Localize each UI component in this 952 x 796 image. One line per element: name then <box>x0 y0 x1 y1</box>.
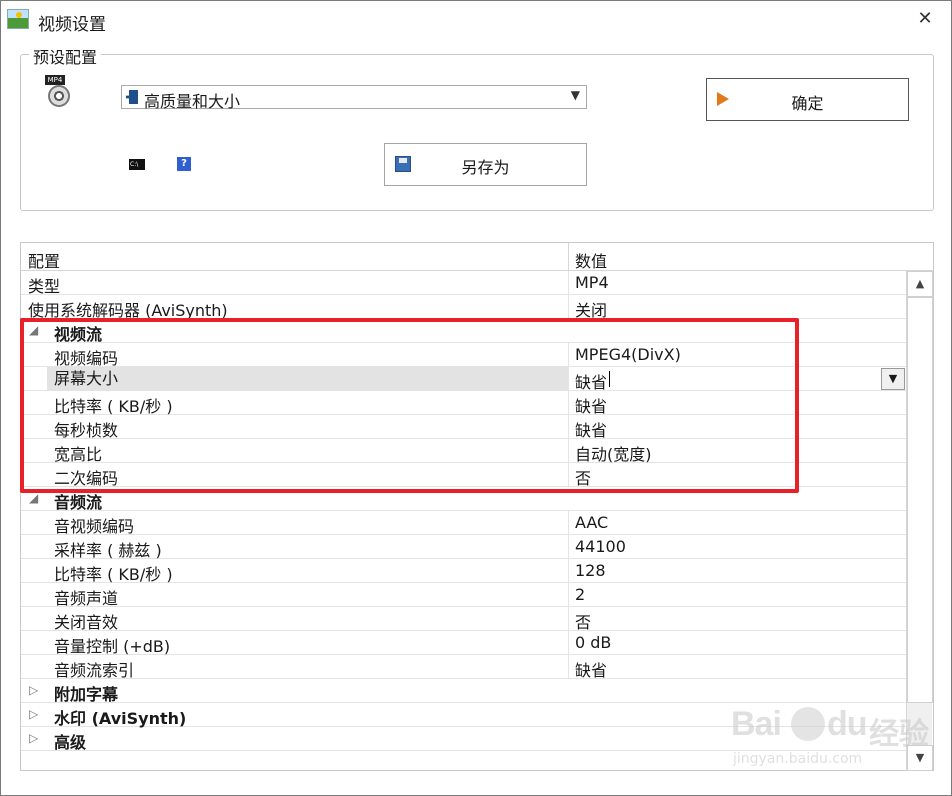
mp4-format-icon: MP4 <box>45 75 73 109</box>
mp4-badge: MP4 <box>45 75 65 85</box>
grid-row[interactable]: 使用系统解码器 (AviSynth) 关闭 <box>21 295 906 320</box>
row-column-separator <box>568 511 569 535</box>
preset-group-label: 预设配置 <box>29 44 102 68</box>
grid-row-name: 比特率 ( KB/秒 ) <box>54 565 173 584</box>
grid-row-value[interactable]: MP4 <box>575 273 609 292</box>
save-as-button-label: 另存为 <box>461 158 510 177</box>
value-dropdown-chevron-icon[interactable]: ▼ <box>881 368 905 390</box>
watermark-brand-suffix: du <box>827 705 868 743</box>
grid-row[interactable]: 关闭音效 否 <box>21 607 906 633</box>
grid-row-name: 采样率 ( 赫兹 ) <box>54 541 162 560</box>
film-reel-icon <box>48 85 70 107</box>
grid-row-value[interactable]: 缺省 <box>575 657 607 681</box>
row-column-separator <box>568 559 569 583</box>
row-column-separator <box>568 631 569 655</box>
grid-row-value[interactable]: 44100 <box>575 537 626 556</box>
watermark-cn: 经验 <box>869 717 929 752</box>
grid-row-name: 类型 <box>28 277 61 296</box>
profile-selected-value: 高质量和大小 <box>144 92 241 111</box>
ok-button[interactable]: 确定 <box>706 78 909 121</box>
row-column-separator <box>568 607 569 631</box>
chevron-down-icon[interactable]: ▼ <box>571 88 580 102</box>
video-settings-window: 视频设置 ✕ 预设配置 MP4 高质量和大小 ▼ 确定 C:\ ? 另存为 配置… <box>0 0 952 796</box>
title-bar: 视频设置 ✕ <box>1 1 951 39</box>
row-column-separator <box>568 655 569 679</box>
grid-row[interactable]: 音量控制 (+dB) 0 dB <box>21 631 906 656</box>
grid-group-row[interactable]: ▷ 附加字幕 <box>21 679 906 704</box>
grid-row-value[interactable]: AAC <box>575 513 608 532</box>
grid-row-value[interactable]: 否 <box>575 609 591 633</box>
row-column-separator <box>568 271 569 295</box>
ok-button-label: 确定 <box>791 94 824 113</box>
grid-row[interactable]: 音视频编码 AAC <box>21 511 906 536</box>
row-column-separator <box>568 295 569 319</box>
grid-row-name: 水印 (AviSynth) <box>54 709 187 728</box>
grid-row[interactable]: 音频流索引 缺省 <box>21 655 906 681</box>
grid-row[interactable]: 比特率 ( KB/秒 ) 128 <box>21 559 906 584</box>
row-column-separator <box>568 535 569 559</box>
watermark-brand: Bai <box>731 705 782 743</box>
grid-row-name: 高级 <box>54 733 87 752</box>
scroll-thumb[interactable] <box>907 297 933 703</box>
profile-dropdown[interactable]: 高质量和大小 ▼ <box>121 85 587 111</box>
grid-row[interactable]: 采样率 ( 赫兹 ) 44100 <box>21 535 906 560</box>
collapse-triangle-icon[interactable]: ◢ <box>29 491 38 505</box>
scroll-up-icon[interactable]: ▲ <box>907 271 933 297</box>
close-icon[interactable]: ✕ <box>913 7 937 31</box>
column-separator[interactable] <box>568 243 569 271</box>
window-title: 视频设置 <box>38 15 106 35</box>
film-icon <box>126 90 138 104</box>
grid-row[interactable]: 类型 MP4 <box>21 271 906 296</box>
column-header-name[interactable]: 配置 <box>28 248 60 272</box>
expand-triangle-icon[interactable]: ▷ <box>29 731 38 745</box>
highlight-annotation-box <box>20 318 799 493</box>
help-icon[interactable]: ? <box>177 157 191 171</box>
grid-row-value[interactable]: 0 dB <box>575 633 611 652</box>
grid-row-name: 关闭音效 <box>54 613 119 632</box>
baidu-jingyan-watermark: Bai du 经验 jingyan.baidu.com <box>729 701 949 781</box>
row-column-separator <box>568 583 569 607</box>
grid-row-name: 音频声道 <box>54 589 119 608</box>
grid-row-name: 音量控制 (+dB) <box>54 637 171 656</box>
app-picture-icon <box>7 9 29 29</box>
column-header-value[interactable]: 数值 <box>575 248 607 272</box>
vertical-scrollbar[interactable]: ▲ ▼ <box>906 271 933 771</box>
grid-row-value[interactable]: 128 <box>575 561 606 580</box>
grid-row[interactable]: 音频声道 2 <box>21 583 906 608</box>
grid-header: 配置 数值 <box>21 243 933 271</box>
grid-row-value[interactable]: 2 <box>575 585 585 604</box>
save-as-button[interactable]: 另存为 <box>384 143 587 186</box>
expand-triangle-icon[interactable]: ▷ <box>29 683 38 697</box>
watermark-url: jingyan.baidu.com <box>733 751 863 767</box>
grid-row-name: 音频流索引 <box>54 661 135 680</box>
paw-logo-icon <box>791 707 825 741</box>
expand-triangle-icon[interactable]: ▷ <box>29 707 38 721</box>
grid-row-name: 附加字幕 <box>54 685 119 704</box>
command-prompt-icon[interactable]: C:\ <box>129 159 145 170</box>
grid-row-name: 音视频编码 <box>54 517 135 536</box>
